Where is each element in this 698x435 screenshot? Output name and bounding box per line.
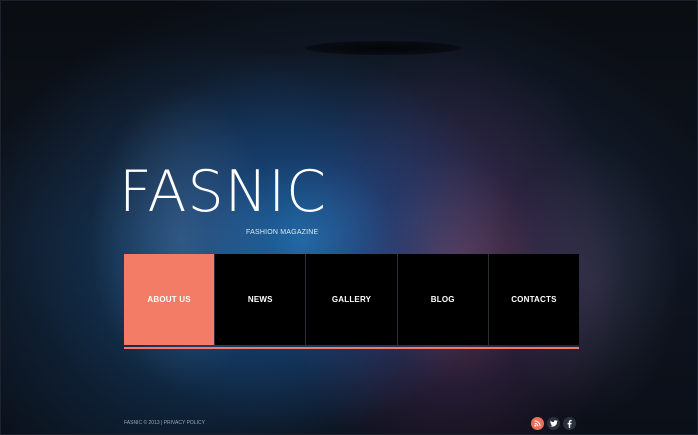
nav-label-gallery: GALLERY — [331, 295, 372, 304]
nav-item-blog[interactable]: BLOG — [397, 254, 489, 345]
footer-copyright[interactable]: FASNIC © 2013 | PRIVACY POLICY — [124, 420, 205, 426]
nav-item-gallery[interactable]: GALLERY — [306, 254, 398, 345]
facebook-icon — [567, 419, 572, 428]
nav-label-contacts: CONTACTS — [511, 295, 557, 304]
nav-label-news: NEWS — [247, 295, 273, 304]
rss-button[interactable] — [531, 417, 544, 430]
site-logo-title[interactable]: FASNIC — [119, 164, 327, 221]
site-tagline: FASHION MAGAZINE — [246, 229, 319, 236]
social-links — [531, 417, 576, 430]
nav-item-news[interactable]: NEWS — [215, 254, 307, 345]
rss-icon — [534, 420, 541, 427]
main-navigation: ABOUT US NEWS GALLERY BLOG CONTACTS — [124, 254, 580, 349]
twitter-icon — [549, 420, 558, 427]
nav-label-blog: BLOG — [430, 295, 455, 304]
page-background: FASNIC FASHION MAGAZINE ABOUT US NEWS GA… — [0, 0, 698, 435]
twitter-button[interactable] — [547, 417, 560, 430]
nav-item-contacts[interactable]: CONTACTS — [488, 254, 580, 345]
facebook-button[interactable] — [563, 417, 576, 430]
nav-label-about-us: ABOUT US — [147, 295, 191, 304]
ceiling-lamp-shadow — [305, 41, 461, 55]
nav-item-about-us[interactable]: ABOUT US — [124, 254, 216, 345]
